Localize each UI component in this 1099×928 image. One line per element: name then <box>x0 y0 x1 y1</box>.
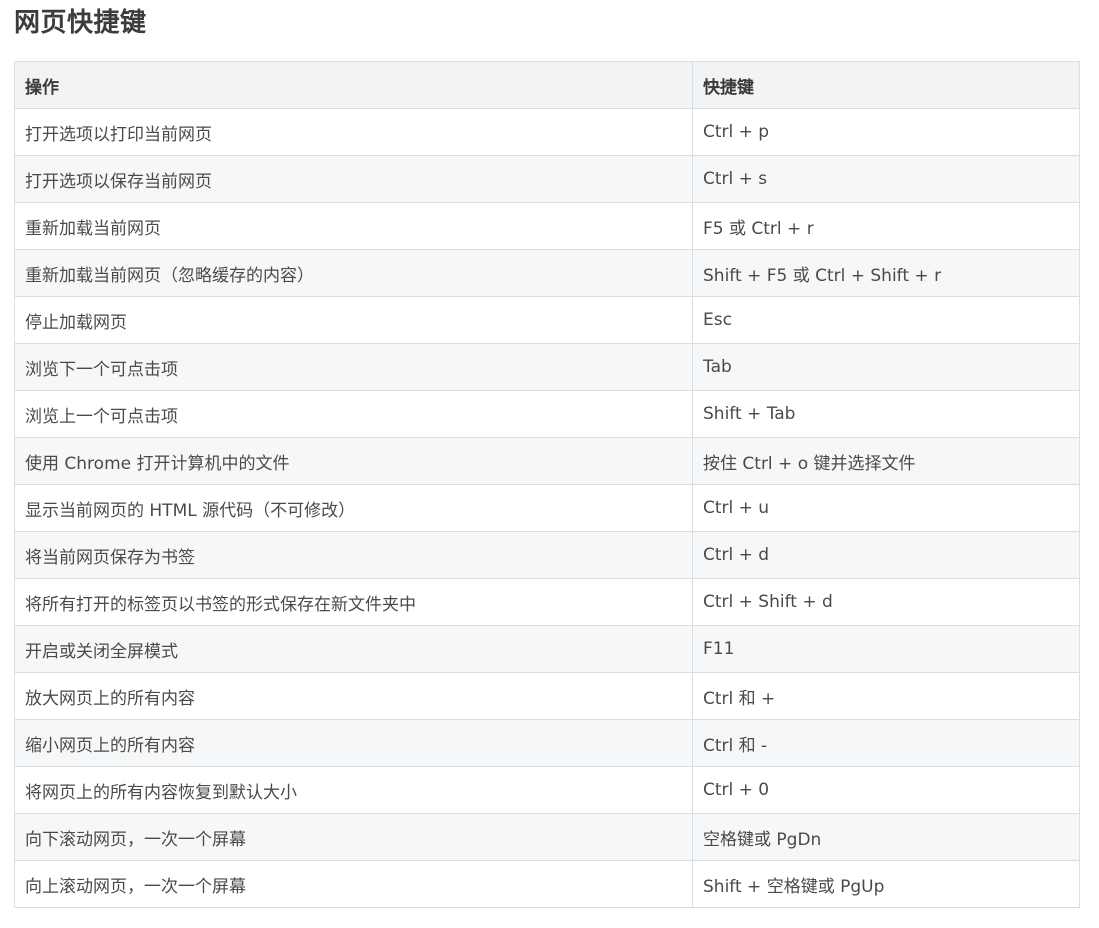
action-cell: 打开选项以保存当前网页 <box>14 155 693 203</box>
action-cell: 浏览上一个可点击项 <box>14 390 693 438</box>
action-cell: 向下滚动网页，一次一个屏幕 <box>14 813 693 861</box>
shortcut-cell: Tab <box>692 343 1080 391</box>
action-cell: 重新加载当前网页（忽略缓存的内容） <box>14 249 693 297</box>
shortcut-cell: F11 <box>692 625 1080 673</box>
table-row: 将网页上的所有内容恢复到默认大小 Ctrl + 0 <box>14 766 1080 814</box>
action-cell: 将网页上的所有内容恢复到默认大小 <box>14 766 693 814</box>
table-row: 使用 Chrome 打开计算机中的文件 按住 Ctrl + o 键并选择文件 <box>14 437 1080 485</box>
table-row: 浏览下一个可点击项 Tab <box>14 343 1080 391</box>
shortcut-cell: Ctrl + p <box>692 108 1080 156</box>
action-cell: 开启或关闭全屏模式 <box>14 625 693 673</box>
shortcut-cell: Ctrl + u <box>692 484 1080 532</box>
table-row: 浏览上一个可点击项 Shift + Tab <box>14 390 1080 438</box>
shortcut-cell: Ctrl + d <box>692 531 1080 579</box>
table-row: 向下滚动网页，一次一个屏幕 空格键或 PgDn <box>14 813 1080 861</box>
shortcut-cell: Shift + F5 或 Ctrl + Shift + r <box>692 249 1080 297</box>
table-header-row: 操作 快捷键 <box>14 61 1080 109</box>
action-cell: 放大网页上的所有内容 <box>14 672 693 720</box>
table-row: 向上滚动网页，一次一个屏幕 Shift + 空格键或 PgUp <box>14 860 1080 908</box>
shortcut-cell: Ctrl 和 - <box>692 719 1080 767</box>
action-cell: 显示当前网页的 HTML 源代码（不可修改） <box>14 484 693 532</box>
table-row: 重新加载当前网页 F5 或 Ctrl + r <box>14 202 1080 250</box>
table-row: 将当前网页保存为书签 Ctrl + d <box>14 531 1080 579</box>
shortcut-cell: Ctrl + 0 <box>692 766 1080 814</box>
table-row: 缩小网页上的所有内容 Ctrl 和 - <box>14 719 1080 767</box>
shortcut-cell: 按住 Ctrl + o 键并选择文件 <box>692 437 1080 485</box>
shortcut-cell: Ctrl + Shift + d <box>692 578 1080 626</box>
table-row: 打开选项以保存当前网页 Ctrl + s <box>14 155 1080 203</box>
shortcut-table: 操作 快捷键 打开选项以打印当前网页 Ctrl + p 打开选项以保存当前网页 … <box>14 61 1080 908</box>
header-action: 操作 <box>14 61 693 109</box>
shortcut-cell: Esc <box>692 296 1080 344</box>
shortcut-cell: Ctrl + s <box>692 155 1080 203</box>
shortcut-cell: Ctrl 和 + <box>692 672 1080 720</box>
header-shortcut: 快捷键 <box>692 61 1080 109</box>
table-row: 显示当前网页的 HTML 源代码（不可修改） Ctrl + u <box>14 484 1080 532</box>
shortcut-cell: 空格键或 PgDn <box>692 813 1080 861</box>
table-row: 重新加载当前网页（忽略缓存的内容） Shift + F5 或 Ctrl + Sh… <box>14 249 1080 297</box>
page: 网页快捷键 操作 快捷键 打开选项以打印当前网页 Ctrl + p 打开选项以保… <box>0 0 1099 928</box>
table-row: 将所有打开的标签页以书签的形式保存在新文件夹中 Ctrl + Shift + d <box>14 578 1080 626</box>
table-row: 放大网页上的所有内容 Ctrl 和 + <box>14 672 1080 720</box>
page-title: 网页快捷键 <box>14 8 147 38</box>
shortcut-cell: Shift + Tab <box>692 390 1080 438</box>
action-cell: 向上滚动网页，一次一个屏幕 <box>14 860 693 908</box>
table-row: 打开选项以打印当前网页 Ctrl + p <box>14 108 1080 156</box>
action-cell: 将当前网页保存为书签 <box>14 531 693 579</box>
action-cell: 浏览下一个可点击项 <box>14 343 693 391</box>
shortcut-cell: F5 或 Ctrl + r <box>692 202 1080 250</box>
table-row: 停止加载网页 Esc <box>14 296 1080 344</box>
action-cell: 打开选项以打印当前网页 <box>14 108 693 156</box>
action-cell: 重新加载当前网页 <box>14 202 693 250</box>
action-cell: 停止加载网页 <box>14 296 693 344</box>
action-cell: 使用 Chrome 打开计算机中的文件 <box>14 437 693 485</box>
table-row: 开启或关闭全屏模式 F11 <box>14 625 1080 673</box>
action-cell: 缩小网页上的所有内容 <box>14 719 693 767</box>
action-cell: 将所有打开的标签页以书签的形式保存在新文件夹中 <box>14 578 693 626</box>
shortcut-cell: Shift + 空格键或 PgUp <box>692 860 1080 908</box>
